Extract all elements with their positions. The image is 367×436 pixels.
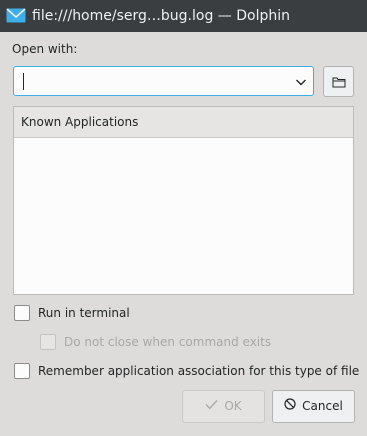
- window-title: file:///home/serg…bug.log — Dolphin: [32, 8, 290, 24]
- checkmark-icon: [205, 391, 218, 422]
- window-titlebar[interactable]: file:///home/serg…bug.log — Dolphin: [0, 0, 367, 32]
- cancel-button[interactable]: Cancel: [272, 390, 355, 423]
- run-in-terminal-label[interactable]: Run in terminal: [38, 305, 130, 321]
- remember-association-label[interactable]: Remember application association for thi…: [38, 363, 359, 379]
- text-caret: [23, 73, 24, 90]
- do-not-close-checkbox[interactable]: [40, 334, 56, 350]
- mail-envelope-icon: [6, 8, 26, 23]
- open-with-label: Open with:: [12, 42, 78, 56]
- ok-button[interactable]: OK: [182, 390, 265, 423]
- cancel-button-label: Cancel: [302, 399, 343, 413]
- command-combobox[interactable]: [13, 66, 314, 96]
- ok-button-label: OK: [224, 399, 242, 413]
- browse-button[interactable]: [323, 66, 354, 97]
- folder-icon: [332, 77, 346, 88]
- known-applications-header: Known Applications: [14, 107, 353, 138]
- do-not-close-label[interactable]: Do not close when command exits: [64, 334, 271, 350]
- cancel-icon: [284, 391, 296, 422]
- known-applications-tree[interactable]: Known Applications: [13, 106, 354, 295]
- remember-association-checkbox[interactable]: [14, 363, 30, 379]
- chevron-down-icon[interactable]: [295, 76, 307, 88]
- run-in-terminal-checkbox[interactable]: [14, 305, 30, 321]
